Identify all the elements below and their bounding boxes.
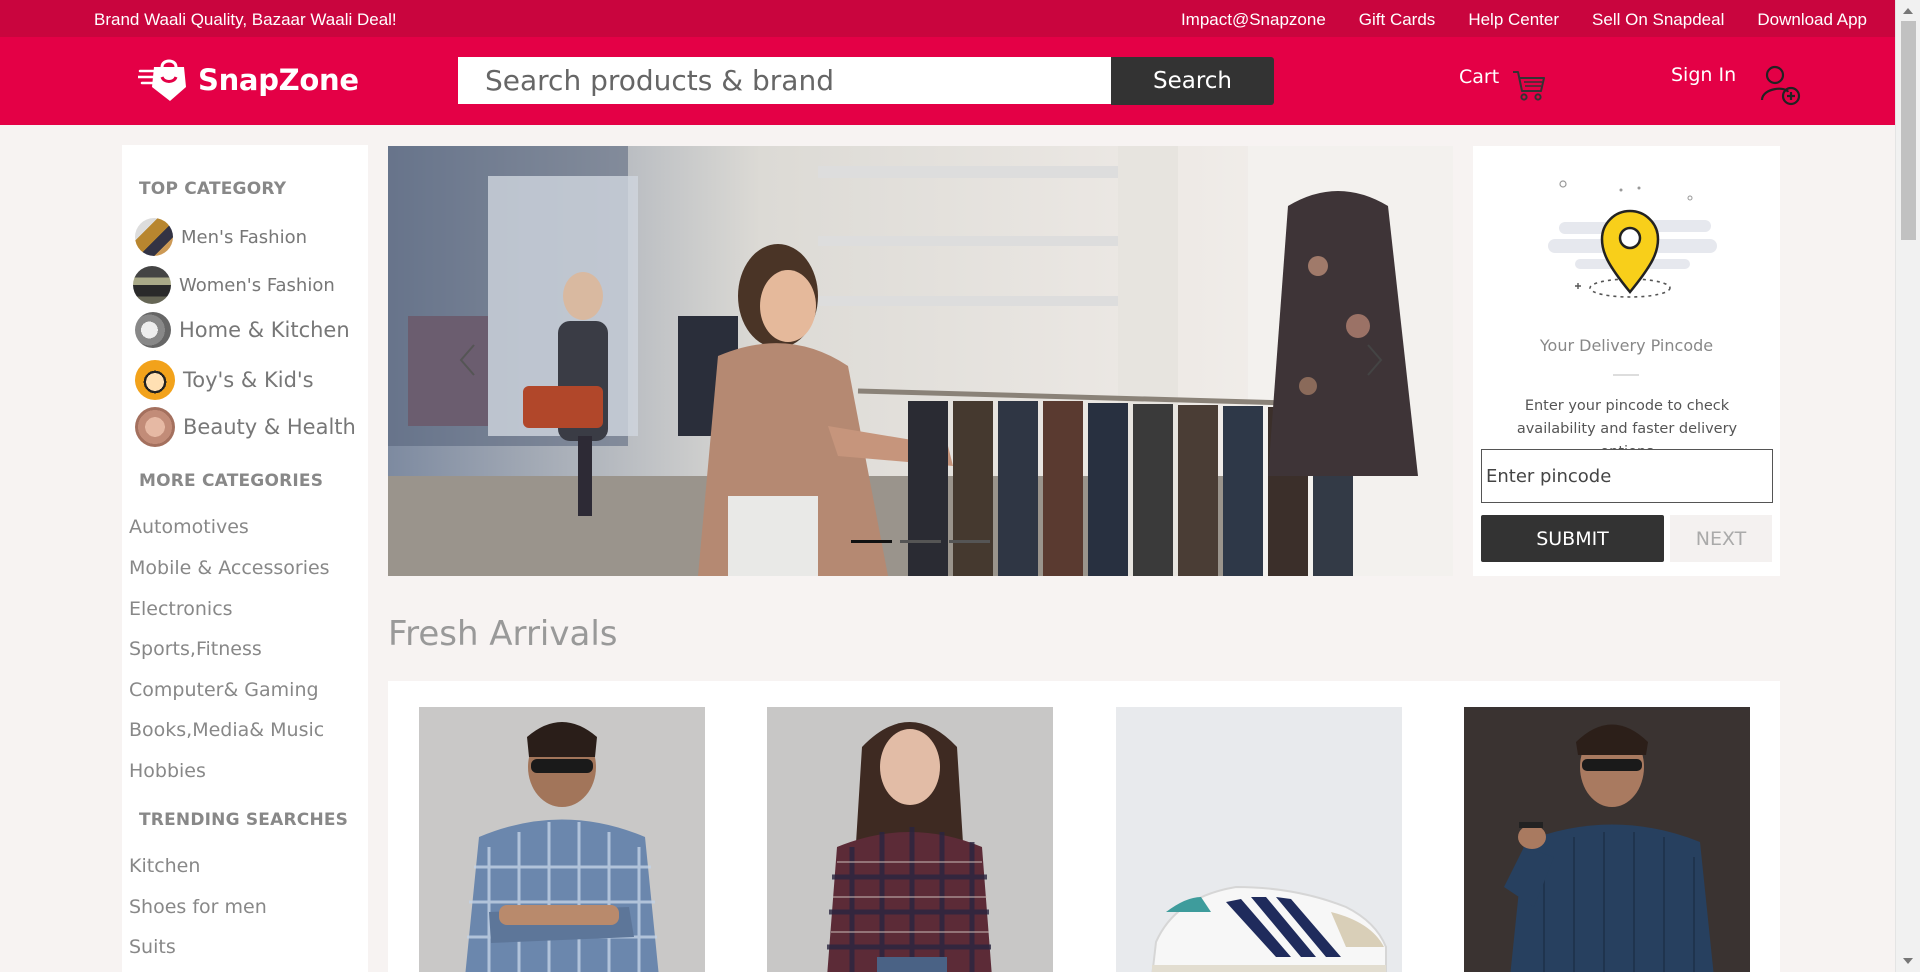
toys-kids-thumb [135, 360, 175, 400]
more-categories-heading: MORE CATEGORIES [139, 471, 324, 491]
carousel-prev-icon[interactable] [458, 343, 478, 377]
top-link-impact[interactable]: Impact@Snapzone [1181, 10, 1326, 30]
product-card-white-sneaker[interactable] [1116, 707, 1402, 972]
search-bar: Search [458, 57, 1274, 105]
top-strip: Brand Waali Quality, Bazaar Waali Deal! … [0, 0, 1895, 37]
pincode-input[interactable] [1481, 449, 1773, 503]
location-pin-icon [1548, 180, 1717, 298]
product-card-red-plaid-shirt[interactable] [767, 707, 1053, 972]
category-beauty-health[interactable]: Beauty & Health [135, 407, 356, 447]
home-kitchen-thumb [135, 312, 171, 348]
category-toys-kids[interactable]: Toy's & Kid's [135, 360, 314, 400]
page-scrollbar[interactable] [1895, 0, 1920, 972]
sign-in-button[interactable]: Sign In [1671, 64, 1802, 106]
tagline: Brand Waali Quality, Bazaar Waali Deal! [94, 10, 397, 29]
beauty-health-thumb [135, 407, 175, 447]
brand-name: SnapZone [198, 63, 359, 97]
pincode-submit-button[interactable]: SUBMIT [1481, 515, 1664, 562]
product-card-blue-check-shirt[interactable] [419, 707, 705, 972]
banner-slide-image [388, 146, 1453, 576]
fresh-arrivals-title: Fresh Arrivals [388, 614, 618, 654]
category-sidebar: TOP CATEGORY Men's Fashion Women's Fashi… [122, 145, 368, 972]
category-mens-fashion[interactable]: Men's Fashion [135, 218, 307, 256]
search-button[interactable]: Search [1111, 57, 1274, 105]
cart-button[interactable]: Cart [1459, 66, 1547, 103]
pincode-next-button[interactable]: NEXT [1670, 515, 1772, 562]
search-input[interactable] [458, 57, 1111, 104]
category-hobbies[interactable]: Hobbies [129, 760, 206, 782]
mens-fashion-thumb [135, 218, 173, 256]
fresh-arrivals-grid [388, 681, 1780, 972]
scrollbar-thumb[interactable] [1901, 21, 1916, 240]
main-header: SnapZone Search Cart Sign In [0, 37, 1895, 125]
top-link-help-center[interactable]: Help Center [1468, 10, 1559, 30]
category-books-media-music[interactable]: Books,Media& Music [129, 719, 324, 741]
top-link-sell[interactable]: Sell On Snapdeal [1592, 10, 1724, 30]
category-sports-fitness[interactable]: Sports,Fitness [129, 638, 262, 660]
sign-in-label: Sign In [1671, 64, 1737, 86]
cart-label: Cart [1459, 66, 1500, 88]
pincode-title: Your Delivery Pincode [1539, 336, 1714, 355]
cart-icon [1513, 71, 1546, 101]
category-mobile-accessories[interactable]: Mobile & Accessories [129, 557, 330, 579]
top-link-download-app[interactable]: Download App [1757, 10, 1867, 30]
product-card-navy-shirt[interactable] [1464, 707, 1750, 972]
product-image-blue-check-shirt [419, 707, 705, 972]
womens-fashion-thumb [133, 266, 171, 304]
scroll-down-arrow-icon[interactable] [1903, 958, 1913, 964]
carousel-next-icon[interactable] [1364, 343, 1384, 377]
top-link-gift-cards[interactable]: Gift Cards [1359, 10, 1436, 30]
product-image-white-sneaker [1116, 707, 1402, 972]
category-automotives[interactable]: Automotives [129, 516, 249, 538]
pincode-divider [1613, 374, 1639, 376]
shopping-bag-logo-icon [138, 59, 186, 101]
category-electronics[interactable]: Electronics [129, 598, 233, 620]
logo[interactable]: SnapZone [138, 57, 359, 103]
top-category-heading: TOP CATEGORY [139, 179, 287, 199]
trending-shoes-for-men[interactable]: Shoes for men [129, 896, 267, 918]
trending-suits[interactable]: Suits [129, 936, 176, 958]
scroll-up-arrow-icon[interactable] [1903, 8, 1913, 14]
carousel-indicators [851, 540, 990, 543]
category-womens-fashion[interactable]: Women's Fashion [133, 266, 335, 304]
trending-kitchen[interactable]: Kitchen [129, 855, 200, 877]
delivery-pincode-card: Your Delivery Pincode Enter your pincode… [1473, 146, 1780, 576]
carousel-dot-2[interactable] [900, 540, 941, 543]
category-home-kitchen[interactable]: Home & Kitchen [135, 312, 350, 348]
hero-carousel[interactable] [388, 146, 1453, 576]
carousel-dot-3[interactable] [949, 540, 990, 543]
product-image-navy-shirt [1464, 707, 1750, 972]
category-computer-gaming[interactable]: Computer& Gaming [129, 679, 319, 701]
product-image-red-plaid-shirt [767, 707, 1053, 972]
top-links: Impact@Snapzone Gift Cards Help Center S… [1181, 10, 1867, 30]
trending-searches-heading: TRENDING SEARCHES [139, 810, 349, 830]
add-user-icon [1761, 65, 1801, 106]
carousel-dot-1[interactable] [851, 540, 892, 543]
